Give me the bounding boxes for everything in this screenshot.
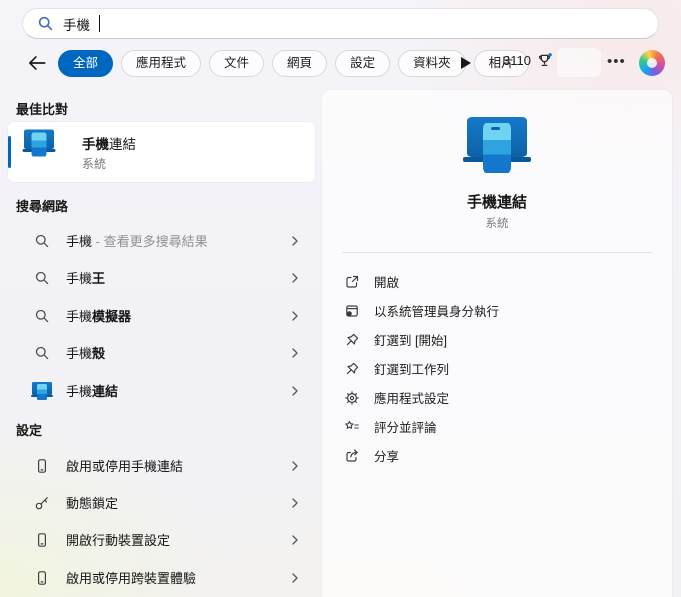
filter-chips: 全部 應用程式 文件 網頁 設定 資料夾 相片 (58, 48, 529, 78)
search-icon (34, 270, 50, 286)
settings-result-row[interactable]: 啟用或停用手機連結 (8, 447, 315, 484)
filter-chip-apps[interactable]: 應用程式 (121, 49, 202, 77)
phone-icon (34, 458, 50, 474)
chevron-right-icon[interactable] (288, 234, 302, 248)
chevron-right-icon[interactable] (288, 571, 302, 585)
rate-star-icon (344, 419, 360, 435)
search-input[interactable]: 手機 (22, 8, 659, 39)
web-suggestion-row[interactable]: 手機 - 查看更多搜尋結果 (8, 222, 315, 259)
chevron-right-icon[interactable] (288, 533, 302, 547)
best-match-subtitle: 系統 (82, 156, 107, 171)
phone-icon (34, 570, 50, 586)
share-icon (344, 448, 360, 464)
filter-chip-all[interactable]: 全部 (58, 49, 114, 77)
settings-result-row[interactable]: 啟用或停用跨裝置體驗 (8, 559, 315, 596)
admin-window-icon (344, 303, 360, 319)
toolbar-hover-highlight (557, 48, 601, 77)
chevron-right-icon[interactable] (288, 384, 302, 398)
section-header-best-match: 最佳比對 (16, 102, 69, 117)
section-header-settings: 設定 (16, 423, 43, 438)
web-suggestion-row[interactable]: 手機殼 (8, 334, 315, 371)
search-query-text: 手機 (63, 17, 90, 33)
text-caret (99, 15, 100, 32)
filter-chip-web[interactable]: 網頁 (272, 49, 328, 77)
action-share[interactable]: 分享 (332, 441, 662, 470)
action-rate-and-review[interactable]: 評分並評論 (332, 412, 662, 441)
gear-icon (344, 390, 360, 406)
web-suggestion-row[interactable]: 手機模擬器 (8, 297, 315, 334)
phone-link-app-icon (463, 115, 531, 175)
section-header-web: 搜尋網路 (16, 199, 69, 214)
search-icon (37, 15, 54, 32)
rewards-trophy-icon (536, 52, 553, 69)
copilot-icon[interactable] (639, 50, 665, 76)
phone-icon (34, 532, 50, 548)
divider (342, 252, 652, 253)
back-button[interactable] (26, 53, 48, 73)
action-run-as-admin[interactable]: 以系統管理員身分執行 (332, 296, 662, 325)
web-suggestion-row[interactable]: 手機王 (8, 259, 315, 296)
filter-chip-folders[interactable]: 資料夾 (398, 49, 466, 77)
chevron-right-icon[interactable] (288, 309, 302, 323)
action-app-settings[interactable]: 應用程式設定 (332, 383, 662, 412)
rewards-points: 3110 (503, 53, 531, 68)
selection-accent-bar (8, 136, 11, 168)
phone-link-app-icon (22, 128, 72, 176)
key-icon (34, 495, 50, 511)
search-icon (34, 233, 50, 249)
best-match-text: 手機連結 系統 (82, 136, 136, 171)
best-match-result[interactable]: 手機連結 系統 (8, 122, 315, 182)
search-icon (34, 308, 50, 324)
pin-icon (344, 361, 360, 377)
action-pin-to-taskbar[interactable]: 釘選到工作列 (332, 354, 662, 383)
action-open[interactable]: 開啟 (332, 267, 662, 296)
chevron-right-icon[interactable] (288, 459, 302, 473)
filter-chip-documents[interactable]: 文件 (209, 49, 265, 77)
app-result-row[interactable]: 手機連結 (8, 372, 315, 409)
open-icon (344, 274, 360, 290)
search-icon (34, 345, 50, 361)
more-filters-arrow-icon[interactable] (461, 57, 471, 69)
action-pin-to-start[interactable]: 釘選到 [開始] (332, 325, 662, 354)
chevron-right-icon[interactable] (288, 496, 302, 510)
settings-result-row[interactable]: 動態鎖定 (8, 484, 315, 521)
pin-icon (344, 332, 360, 348)
chevron-right-icon[interactable] (288, 346, 302, 360)
rewards-button[interactable]: 3110 (503, 52, 553, 69)
filter-chip-settings[interactable]: 設定 (335, 49, 391, 77)
preview-panel: 手機連結 系統 開啟 以系統管理員身分執行 釘選到 [開始] 釘選到工作列 應用… (322, 90, 672, 597)
preview-title: 手機連結 (466, 194, 527, 211)
phone-link-app-icon (31, 381, 53, 401)
chevron-right-icon[interactable] (288, 271, 302, 285)
windows-search-flyout: 手機 全部 應用程式 文件 網頁 設定 資料夾 相片 3110 ••• 最佳比對… (0, 0, 681, 597)
more-options-button[interactable]: ••• (603, 49, 630, 74)
settings-result-row[interactable]: 開啟行動裝置設定 (8, 521, 315, 558)
preview-subtitle: 系統 (485, 218, 509, 230)
filter-bar: 全部 應用程式 文件 網頁 設定 資料夾 相片 3110 ••• (0, 48, 681, 78)
